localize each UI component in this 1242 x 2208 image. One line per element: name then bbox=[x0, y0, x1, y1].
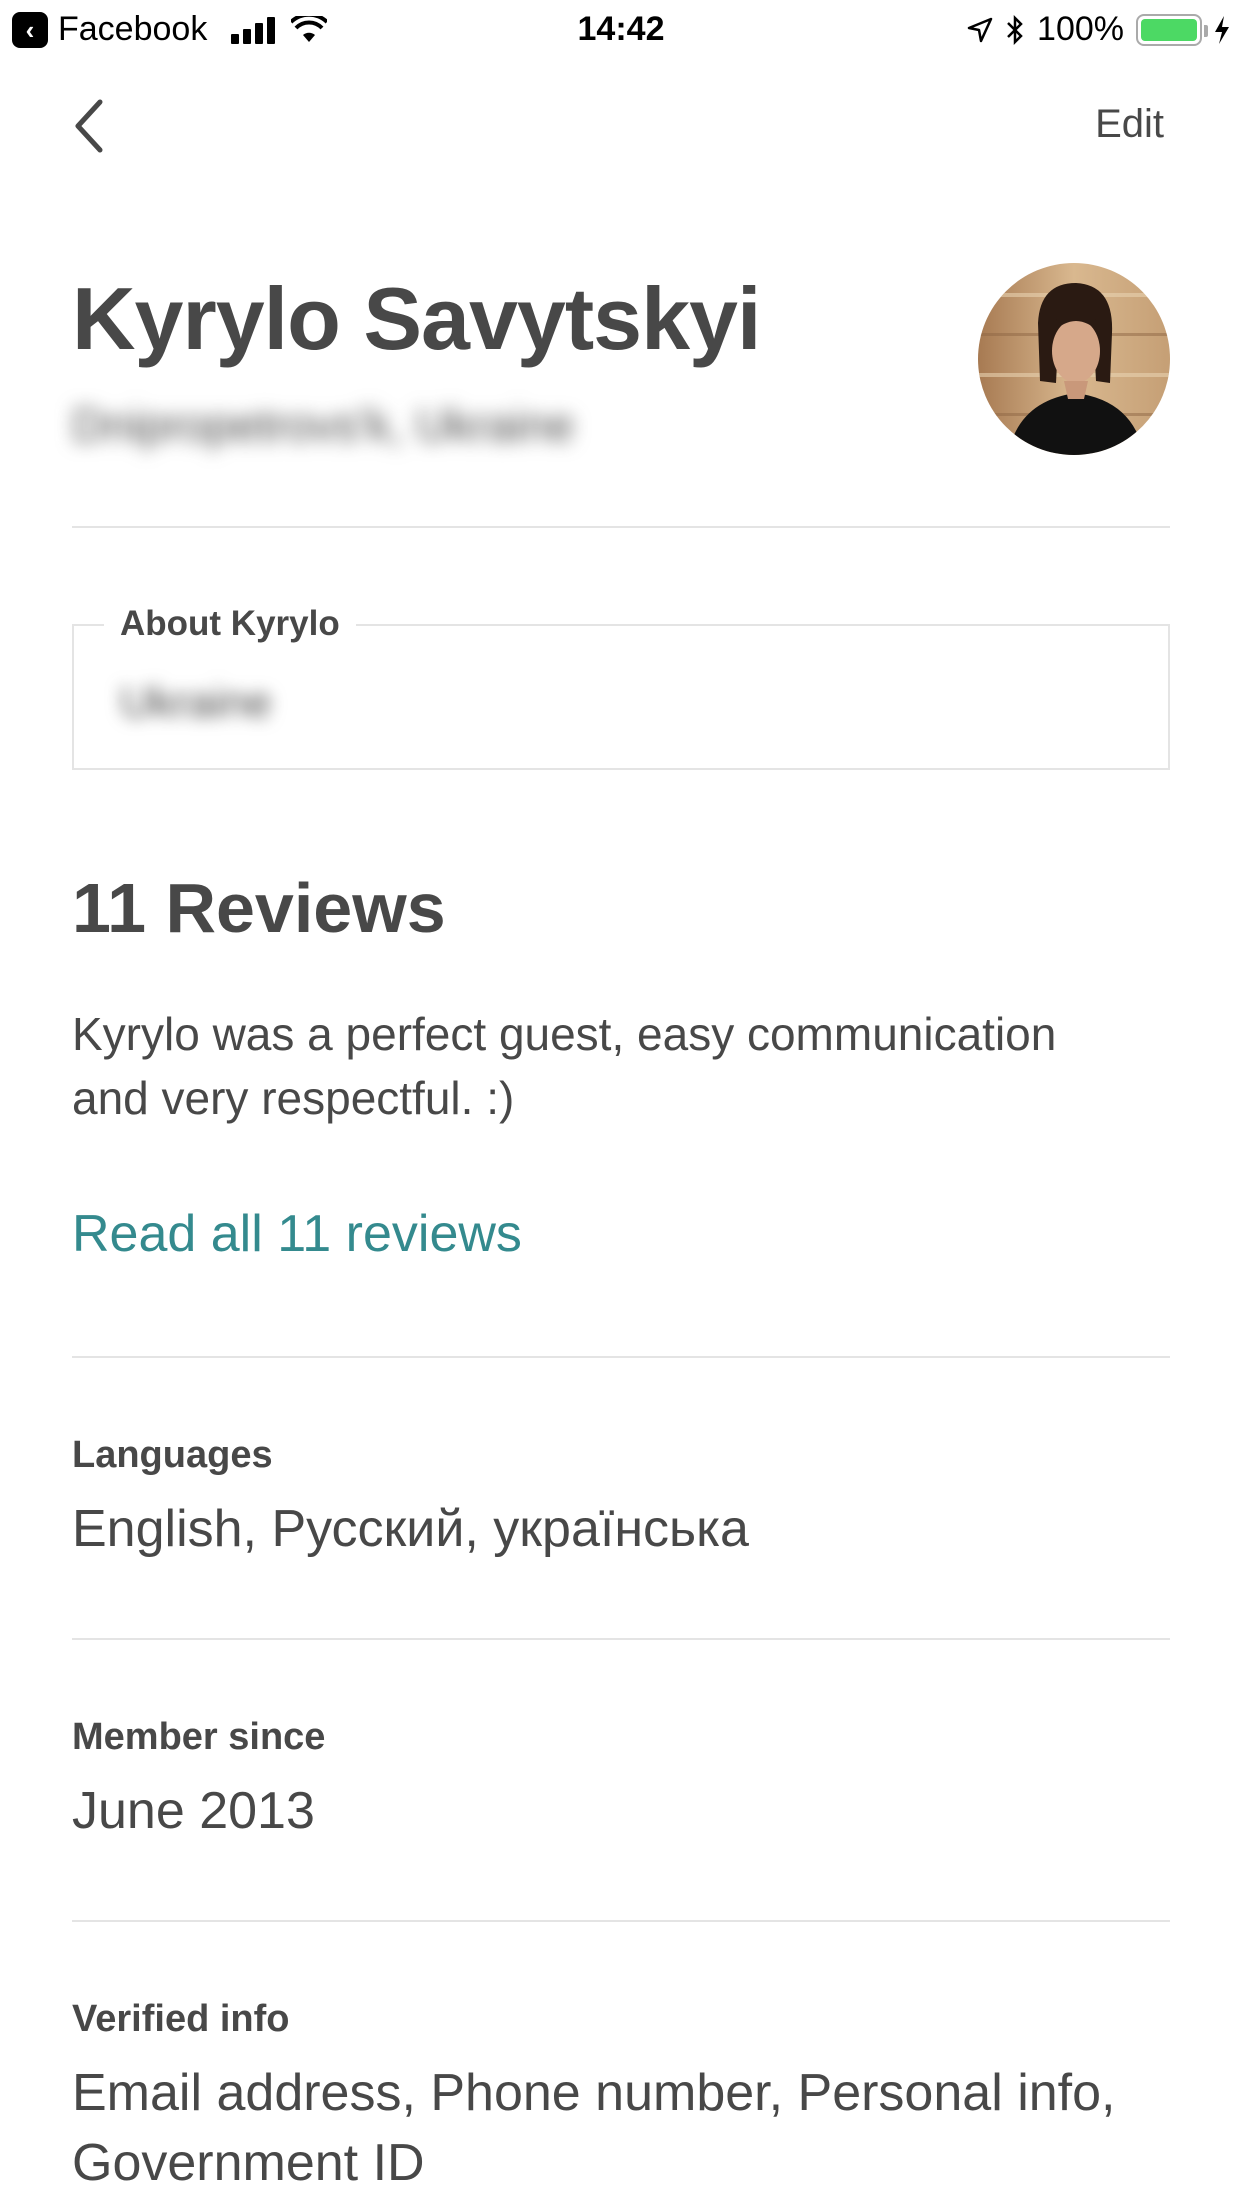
profile-location: Dnipropetrovs'k, Ukraine bbox=[72, 399, 575, 451]
divider bbox=[72, 1638, 1170, 1640]
member-since-value: June 2013 bbox=[72, 1782, 315, 1840]
about-label: About Kyrylo bbox=[104, 604, 356, 644]
verified-info-label: Verified info bbox=[72, 1998, 290, 2040]
profile-page: ‹ Facebook 14:42 100% Edit Kyrylo Savyts… bbox=[0, 0, 1242, 2208]
avatar[interactable] bbox=[978, 263, 1170, 455]
verified-info-value: Email address, Phone number, Personal in… bbox=[72, 2064, 1116, 2192]
divider bbox=[72, 526, 1170, 528]
avatar-photo bbox=[978, 263, 1170, 455]
charging-bolt-icon bbox=[1215, 15, 1229, 44]
read-all-reviews-link[interactable]: Read all 11 reviews bbox=[72, 1204, 522, 1264]
battery-fill bbox=[1141, 18, 1197, 41]
bluetooth-icon bbox=[1007, 14, 1023, 45]
status-bar: ‹ Facebook 14:42 100% bbox=[0, 0, 1242, 62]
location-arrow-icon bbox=[967, 17, 993, 42]
review-excerpt: Kyrylo was a perfect guest, easy communi… bbox=[72, 1008, 1057, 1124]
profile-name: Kyrylo Savytskyi bbox=[72, 269, 761, 368]
about-text: Ukraine bbox=[120, 678, 272, 727]
status-bar-right: 100% bbox=[955, 10, 1230, 49]
battery-icon bbox=[1136, 13, 1208, 46]
divider bbox=[72, 1920, 1170, 1922]
languages-label: Languages bbox=[72, 1434, 273, 1476]
reviews-title: 11 Reviews bbox=[72, 869, 446, 947]
back-chevron-icon[interactable] bbox=[66, 96, 116, 156]
battery-percent: 100% bbox=[1037, 10, 1124, 48]
member-since-label: Member since bbox=[72, 1716, 326, 1758]
languages-value: English, Русский, українська bbox=[72, 1500, 749, 1558]
edit-button[interactable]: Edit bbox=[1095, 102, 1164, 147]
divider bbox=[72, 1356, 1170, 1358]
